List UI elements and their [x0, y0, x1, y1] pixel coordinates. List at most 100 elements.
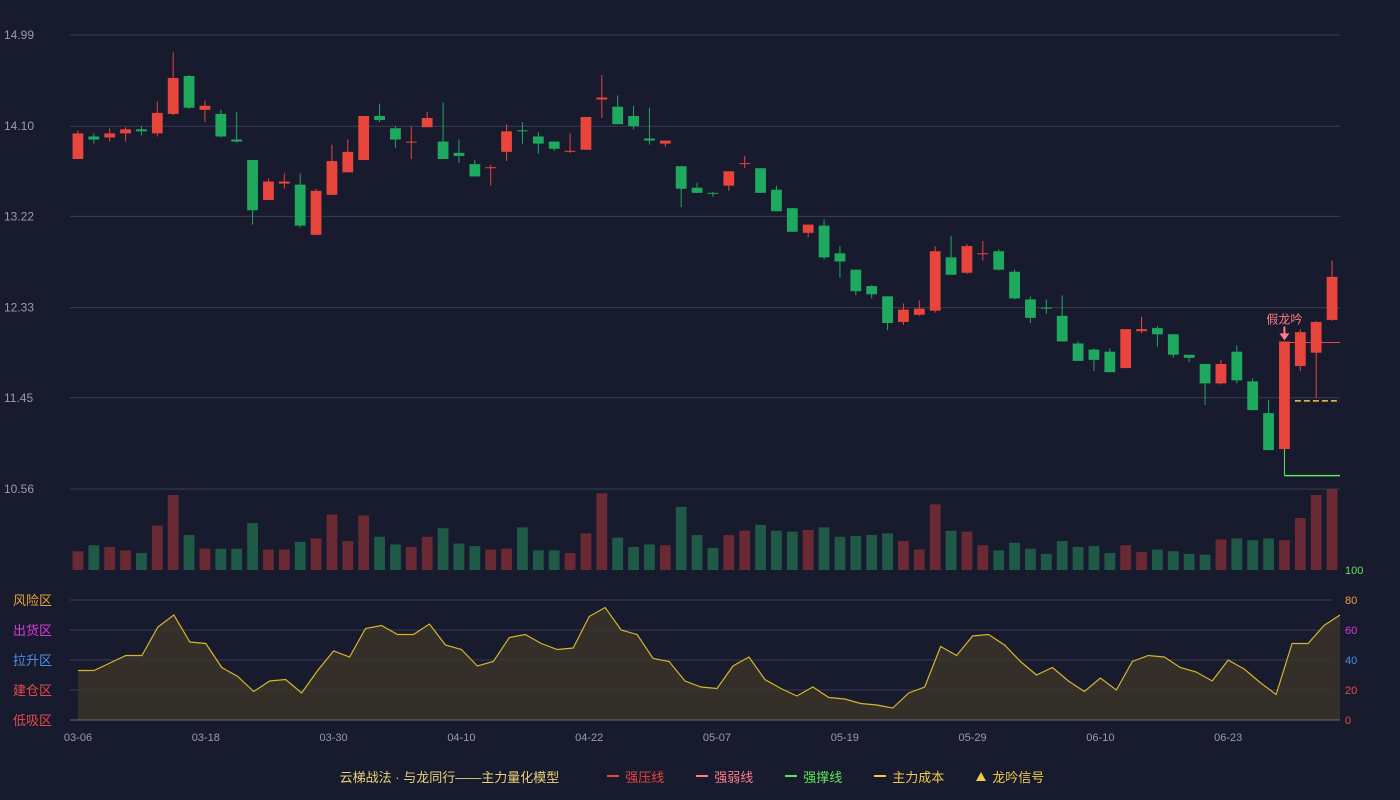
candle-body-66 — [1120, 329, 1132, 369]
volume-bar-40 — [707, 547, 719, 570]
candle-body-46 — [802, 224, 814, 233]
volume-bar-25 — [469, 546, 481, 570]
candle-body-45 — [786, 208, 798, 232]
candle-body-58 — [993, 251, 1005, 270]
candle-body-11 — [247, 160, 258, 211]
candle-body-40 — [707, 192, 719, 194]
candle-body-26 — [485, 167, 497, 169]
price-tick-label-4: 11.45 — [4, 391, 33, 405]
volume-bar-8 — [199, 548, 211, 570]
volume-bar-31 — [564, 552, 576, 570]
volume-bar-47 — [818, 527, 830, 570]
candle-body-65 — [1104, 351, 1116, 373]
volume-bar-11 — [247, 523, 258, 570]
volume-bar-73 — [1231, 538, 1243, 570]
candle-body-39 — [691, 187, 703, 193]
volume-bar-48 — [834, 536, 846, 570]
volume-bar-43 — [755, 524, 766, 570]
candle-body-68 — [1152, 328, 1163, 335]
candle-body-48 — [834, 253, 846, 262]
strong-support-line-icon — [785, 775, 798, 777]
candle-body-13 — [278, 181, 290, 184]
candle-body-18 — [358, 115, 370, 161]
osc-tick-label-5: 0 — [1345, 715, 1351, 727]
volume-bar-27 — [501, 548, 512, 570]
volume-bar-41 — [723, 535, 735, 570]
candle-body-41 — [723, 171, 735, 186]
strong-pressure-line-icon — [607, 775, 620, 777]
volume-bar-30 — [548, 550, 560, 570]
candle-body-60 — [1025, 299, 1036, 318]
osc-zone-label-1: 出货区 — [13, 623, 52, 638]
price-tick-label-5: 10.56 — [4, 482, 34, 496]
candle-body-73 — [1231, 351, 1243, 381]
x-tick-label-0: 03-06 — [64, 732, 92, 744]
volume-bar-68 — [1152, 549, 1163, 570]
main-cost-line-icon — [874, 775, 887, 777]
volume-bar-35 — [628, 546, 639, 570]
candle-body-57 — [977, 253, 989, 255]
volume-bar-52 — [898, 541, 909, 570]
volume-bar-49 — [850, 535, 862, 570]
volume-bar-53 — [913, 549, 925, 570]
candle-body-72 — [1215, 363, 1227, 384]
candle-body-10 — [231, 139, 243, 142]
volume-bar-37 — [659, 545, 671, 570]
candle-body-49 — [850, 269, 862, 292]
osc-tick-label-1: 80 — [1345, 595, 1357, 607]
candle-body-23 — [437, 141, 449, 160]
volume-bar-44 — [771, 530, 782, 570]
legend-label-strong-support: 强撑线 — [803, 769, 843, 785]
volume-bar-18 — [358, 515, 370, 570]
volume-bar-76 — [1279, 540, 1290, 570]
signal-annotation-label: 假龙吟 — [1266, 311, 1302, 326]
volume-bar-2 — [104, 546, 116, 570]
candle-body-1 — [88, 136, 100, 140]
x-tick-label-1: 03-18 — [192, 732, 220, 744]
volume-bar-45 — [786, 531, 798, 570]
x-tick-label-8: 06-10 — [1086, 732, 1114, 744]
volume-bar-13 — [278, 549, 290, 570]
candle-body-2 — [104, 133, 116, 138]
candle-body-74 — [1247, 381, 1259, 411]
volume-bar-36 — [644, 544, 655, 570]
candle-body-16 — [326, 161, 338, 195]
volume-bar-19 — [374, 536, 385, 570]
volume-bar-59 — [1009, 542, 1020, 570]
volume-bar-50 — [866, 535, 878, 570]
candle-body-35 — [628, 115, 639, 127]
price-tick-label-2: 13.22 — [4, 209, 34, 223]
candle-body-75 — [1263, 413, 1274, 451]
candle-body-33 — [596, 97, 608, 100]
candle-body-64 — [1088, 349, 1100, 360]
osc-zone-label-0: 风险区 — [13, 593, 52, 608]
candle-body-17 — [342, 151, 354, 173]
volume-bar-57 — [977, 545, 989, 570]
candle-body-71 — [1199, 363, 1211, 384]
legend-label-strong-pressure: 强压线 — [625, 769, 665, 785]
volume-bar-55 — [945, 530, 957, 570]
volume-bar-79 — [1326, 489, 1338, 570]
volume-bar-66 — [1120, 545, 1132, 570]
volume-bar-3 — [120, 550, 131, 570]
volume-bar-22 — [421, 536, 433, 570]
x-tick-label-6: 05-19 — [831, 732, 859, 744]
volume-bar-32 — [580, 533, 592, 570]
candle-body-52 — [898, 309, 909, 322]
candle-body-22 — [421, 118, 433, 128]
volume-bar-20 — [390, 544, 401, 570]
candle-body-34 — [612, 106, 624, 125]
volume-bar-74 — [1247, 540, 1259, 570]
candle-body-25 — [469, 164, 481, 177]
candle-body-53 — [913, 308, 925, 315]
legend-item-strong-support: 强撑线 — [785, 767, 842, 786]
candle-body-42 — [739, 163, 751, 165]
price-tick-label-3: 12.33 — [4, 301, 34, 315]
volume-bar-21 — [405, 546, 417, 570]
candle-body-51 — [882, 296, 893, 323]
volume-bar-42 — [739, 530, 751, 570]
candle-body-6 — [167, 78, 179, 114]
legend-item-strong-weak: 强弱线 — [696, 767, 753, 786]
volume-bar-70 — [1183, 553, 1195, 570]
x-tick-label-2: 03-30 — [320, 732, 348, 744]
